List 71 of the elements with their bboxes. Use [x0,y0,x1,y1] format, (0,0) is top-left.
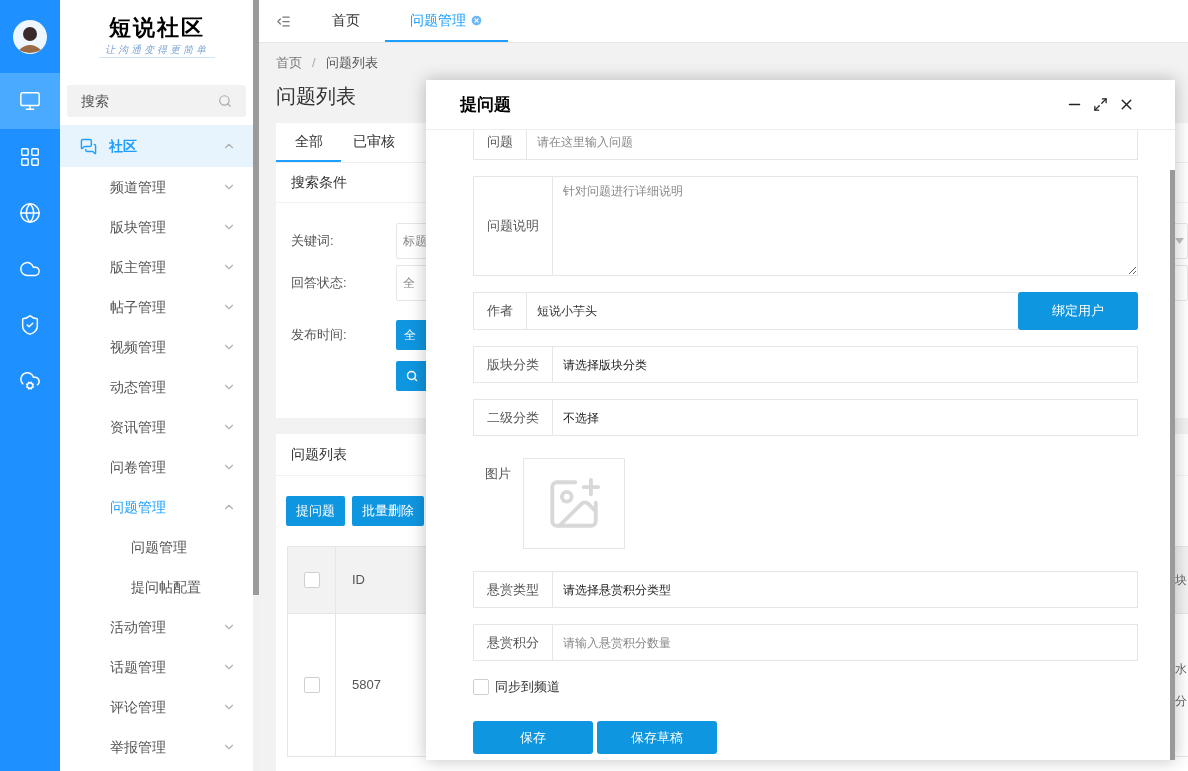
checkbox-label: 同步到频道 [495,678,560,697]
breadcrumb-link[interactable]: 首页 [276,53,302,73]
text-field[interactable]: 请在这里输入问题 [527,130,1138,160]
maximize-icon[interactable] [1093,97,1108,112]
menu-item[interactable]: 帖子管理 [60,287,253,327]
avatar[interactable] [13,19,47,54]
checkbox[interactable] [303,572,320,588]
cell-text: 分 [1175,693,1188,710]
field-label: 版块分类 [474,347,553,382]
menu-item[interactable]: 提问帖配置 [60,567,253,607]
page-title: 问题列表 [276,85,356,107]
search-input[interactable]: 搜索 [81,90,201,112]
select-field[interactable]: 请选择悬赏积分类型 [553,572,1137,607]
logo-title: 短说社区 [108,14,205,42]
checkbox[interactable] [473,679,489,695]
menu-item[interactable]: 动态管理 [60,367,253,407]
text-field[interactable]: 短说小芋头 [527,293,1018,329]
menu-item[interactable]: 版块管理 [60,207,253,247]
menu-item[interactable]: 版主管理 [60,247,253,287]
menu-group-label: 社区 [109,136,137,156]
menu-item[interactable]: 问卷管理 [60,447,253,487]
image-upload[interactable] [523,458,625,549]
filter-label: 发布时间: [291,326,348,345]
menu-item[interactable]: 频道管理 [60,167,253,207]
cell-text: 水 [1175,661,1188,678]
cloud-gear-icon [19,370,41,392]
globe-icon [19,202,41,224]
menu-item[interactable]: 评论管理 [60,687,253,727]
dialog-title: 提问题 [460,93,511,116]
text-field[interactable]: 请输入悬赏积分数量 [553,624,1138,661]
chat-bubbles-icon [80,137,97,155]
field-label: 二级分类 [474,400,553,435]
card-title: 问题列表 [291,445,347,464]
search-icon [406,370,418,382]
checkbox[interactable] [303,677,320,693]
menu-item[interactable]: 视频管理 [60,327,253,367]
card-title: 搜索条件 [291,173,347,192]
filter-label: 关键词: [291,232,335,251]
field-label: 图片 [484,465,511,483]
field-label: 问题说明 [473,176,553,276]
filter-label: 回答状态: [291,274,348,293]
filter-input[interactable]: 全 [403,274,433,292]
menu-item[interactable]: 活动管理 [60,607,253,647]
search-field[interactable]: 搜索 [67,85,246,117]
field-label: 悬赏类型 [474,572,553,607]
close-tab-icon[interactable] [470,13,483,27]
grid-icon [19,146,41,168]
menu-item[interactable]: 资讯管理 [60,407,253,447]
scrollbar-thumb[interactable] [253,0,259,595]
filter-tab[interactable]: 已审核 [341,123,406,162]
breadcrumb-link[interactable]: 问题列表 [325,53,378,73]
logo-slogan: 让沟通变得更简单 [98,42,215,58]
page-tab[interactable]: 首页 [307,0,385,42]
dialog-scrollbar[interactable] [1170,170,1175,760]
menu-item[interactable]: 话题管理 [60,647,253,687]
rail-button[interactable] [0,73,60,129]
monitor-icon [19,90,41,112]
breadcrumb-separator: / [312,54,316,73]
collapse-menu-icon[interactable] [275,13,291,29]
menu-item[interactable]: 举报管理 [60,727,253,767]
filter-tab[interactable]: 全部 [276,123,341,162]
select-field[interactable]: 不选择 [553,400,1137,435]
search-icon [218,94,232,108]
field-label: 作者 [474,293,527,329]
select-field[interactable]: 请选择版块分类 [553,347,1137,382]
filter-input[interactable]: 标题 [403,232,433,250]
field-label: 悬赏积分 [473,624,553,661]
text-area[interactable]: 针对问题进行详细说明 [553,176,1138,276]
dropdown-caret-icon [1175,238,1184,244]
shield-check-icon [19,314,41,336]
menu-item[interactable]: 问题管理 [60,527,253,567]
